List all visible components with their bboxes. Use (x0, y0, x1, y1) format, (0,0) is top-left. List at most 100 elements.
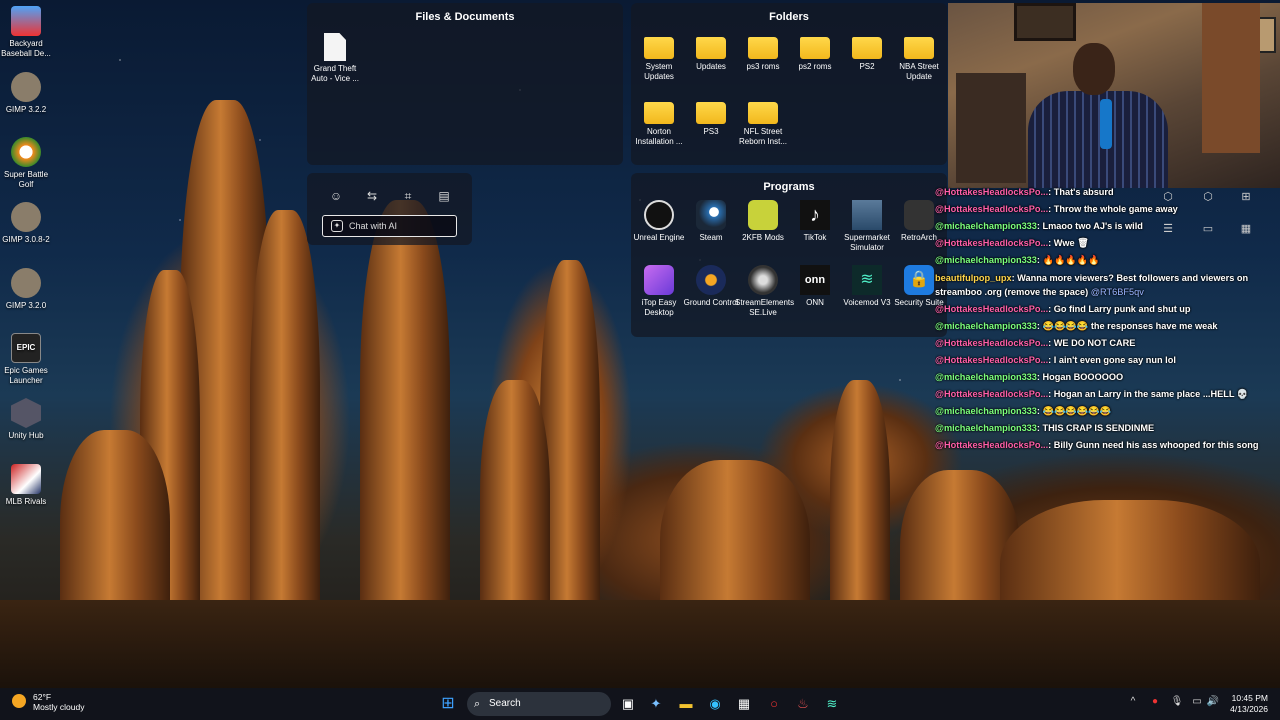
ground-control-icon (696, 265, 726, 295)
program-label: Ground Control (683, 298, 739, 307)
tiktok-icon: ♪ (800, 200, 830, 230)
chevron-up-icon[interactable]: ^ (1126, 696, 1140, 707)
chat-username[interactable]: @HottakesHeadlocksPo... (935, 187, 1048, 197)
program-unreal-engine[interactable]: Unreal Engine (631, 200, 687, 243)
chat-username[interactable]: @HottakesHeadlocksPo... (935, 440, 1048, 450)
desktop-icon-backyard-baseball[interactable]: Backyard Baseball De... (0, 2, 52, 59)
chat-message: @michaelchampion333: THIS CRAP IS SENDIN… (935, 420, 1280, 437)
program-itop-easy-desktop[interactable]: iTop Easy Desktop (631, 265, 687, 318)
add-window-icon[interactable]: ⊞ (1238, 190, 1254, 203)
desktop-icon-unity-hub[interactable]: Unity Hub (0, 394, 52, 441)
list-icon[interactable]: ☰ (1160, 222, 1176, 235)
folder-updates[interactable]: Updates (683, 31, 739, 72)
folder-icon (644, 102, 674, 124)
edge-icon[interactable]: ◉ (705, 694, 725, 714)
opera-icon[interactable]: ○ (764, 694, 784, 714)
chat-username[interactable]: @HottakesHeadlocksPo... (935, 389, 1048, 399)
chat-username[interactable]: @michaelchampion333 (935, 321, 1037, 331)
clock-time: 10:45 PM (1231, 693, 1268, 703)
display-icon[interactable]: ▭ (1190, 696, 1204, 707)
file-item-gta-vice[interactable]: Grand Theft Auto - Vice ... (307, 33, 363, 84)
program-supermarket-simulator[interactable]: Supermarket Simulator (839, 200, 895, 253)
chat-username[interactable]: @HottakesHeadlocksPo... (935, 355, 1048, 365)
folder-ps2[interactable]: PS2 (839, 31, 895, 72)
voicemod-taskbar-icon[interactable]: ≋ (822, 694, 842, 714)
folder-system-updates[interactable]: System Updates (631, 31, 687, 82)
streaming-app-icon[interactable]: ♨ (793, 694, 813, 714)
program-label: TikTok (803, 233, 827, 242)
image-icon[interactable]: ▭ (1200, 222, 1216, 235)
steam-icon (696, 200, 726, 230)
translate-icon[interactable]: ⇆ (364, 188, 380, 204)
start-button[interactable]: ⊞ (438, 694, 458, 714)
robot-icon[interactable]: ☺ (328, 188, 344, 204)
program-2kfb-mods[interactable]: 2KFB Mods (735, 200, 791, 243)
document-icon[interactable]: ▤ (436, 188, 452, 204)
chat-username[interactable]: @HottakesHeadlocksPo... (935, 304, 1048, 314)
chat-username[interactable]: @HottakesHeadlocksPo... (935, 338, 1048, 348)
chat-username[interactable]: @michaelchampion333 (935, 372, 1037, 382)
program-steam[interactable]: Steam (683, 200, 739, 243)
taskbar-search[interactable]: ⌕ Search (467, 692, 611, 716)
microphone (1100, 99, 1112, 149)
program-tiktok[interactable]: ♪ TikTok (787, 200, 843, 243)
program-voicemod[interactable]: ≋ Voicemod V3 (839, 265, 895, 308)
cube-icon[interactable]: ⬡ (1160, 190, 1176, 203)
mlb-rivals-icon (11, 464, 41, 494)
folder-nfl-street-reborn[interactable]: NFL Street Reborn Inst... (735, 96, 791, 147)
chat-username[interactable]: @michaelchampion333 (935, 255, 1037, 265)
chat-with-ai-button[interactable]: ✦ Chat with AI (322, 215, 457, 237)
program-label: ONN (806, 298, 824, 307)
chat-username[interactable]: beautifulpop_upx (935, 273, 1012, 283)
chat-username[interactable]: @michaelchampion333 (935, 406, 1037, 416)
program-streamelements[interactable]: StreamElements SE.Live (735, 265, 794, 318)
folder-norton-installation[interactable]: Norton Installation ... (631, 96, 687, 147)
folders-panel: Folders System Updates Updates ps3 roms … (631, 3, 947, 165)
desktop-icon-epic-games[interactable]: EPIC Epic Games Launcher (0, 329, 52, 386)
folder-label: ps2 roms (798, 62, 832, 71)
chat-text: : Throw the whole game away (1048, 204, 1178, 214)
folder-ps3-roms[interactable]: ps3 roms (735, 31, 791, 72)
system-clock[interactable]: 10:45 PM 4/13/2026 (1230, 693, 1268, 715)
desktop-icon-label: Epic Games Launcher (4, 366, 48, 385)
desktop-icon-mlb-rivals[interactable]: MLB Rivals (0, 460, 52, 507)
grid-icon[interactable]: ▦ (1238, 222, 1254, 235)
program-label: Supermarket Simulator (844, 233, 890, 252)
program-onn[interactable]: onn ONN (787, 265, 843, 308)
desktop-icon-gimp-322[interactable]: GIMP 3.2.2 (0, 68, 52, 115)
screenshot-icon[interactable]: ⌗ (400, 188, 416, 204)
folder-nba-street-update[interactable]: NBA Street Update (891, 31, 947, 82)
chat-message: @michaelchampion333: 😂😂😂😂😂😂 (935, 403, 1280, 420)
microphone-icon[interactable]: 🎙 (1170, 696, 1184, 707)
file-explorer-icon[interactable]: ▬ (676, 694, 696, 714)
lock-icon: 🔒 (904, 265, 934, 295)
folder-ps2-roms[interactable]: ps2 roms (787, 31, 843, 72)
document-icon (324, 33, 346, 61)
unity-icon (11, 398, 41, 428)
weather-temp: 62°F (33, 692, 52, 702)
copilot-icon[interactable]: ✦ (646, 694, 666, 714)
folder-ps3[interactable]: PS3 (683, 96, 739, 137)
webcam-overlay (948, 3, 1280, 188)
folder-label: Norton Installation ... (635, 127, 683, 146)
chat-text: : Lmaoo two AJ's is wild (1036, 221, 1143, 231)
desktop-icon-label: Backyard Baseball De... (1, 39, 51, 58)
volume-icon[interactable]: 🔊 (1206, 696, 1220, 707)
program-ground-control[interactable]: Ground Control (683, 265, 739, 308)
chat-message: @michaelchampion333: Hogan BOOOOOO (935, 369, 1280, 386)
taskbar: 62°F Mostly cloudy ⊞ ⌕ Search ▣ ✦ ▬ ◉ ▦ … (0, 688, 1280, 720)
chat-username[interactable]: @michaelchampion333 (935, 423, 1037, 433)
desktop-icon-super-battle-golf[interactable]: Super Battle Golf (0, 133, 52, 190)
desktop-icon-gimp-308[interactable]: GIMP 3.0.8-2 (0, 198, 52, 245)
itop-easy-desktop-icon (644, 265, 674, 295)
chat-message: @michaelchampion333: Lmaoo two AJ's is w… (935, 218, 1280, 235)
chat-username[interactable]: @HottakesHeadlocksPo... (935, 204, 1048, 214)
store-icon[interactable]: ▦ (734, 694, 754, 714)
task-view-icon[interactable]: ▣ (618, 694, 638, 714)
desktop-icon-gimp-320[interactable]: GIMP 3.2.0 (0, 264, 52, 311)
chat-username[interactable]: @michaelchampion333 (935, 221, 1037, 231)
chat-username[interactable]: @HottakesHeadlocksPo... (935, 238, 1048, 248)
cube-icon[interactable]: ⬡ (1200, 190, 1216, 203)
tray-app-icon[interactable]: ● (1148, 696, 1162, 707)
chat-text: : 😂😂😂😂😂😂 (1036, 406, 1112, 416)
